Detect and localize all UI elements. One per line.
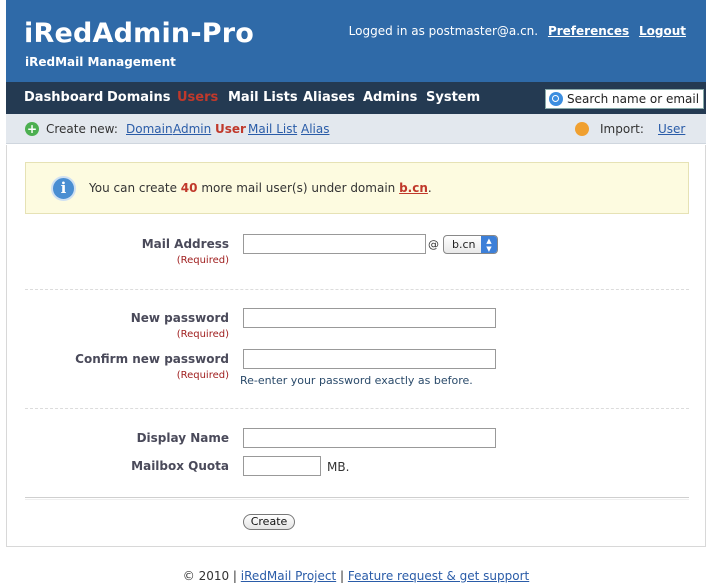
nav-admins[interactable]: Admins: [363, 90, 417, 105]
mail-address-input[interactable]: [243, 234, 426, 254]
info-message: i You can create 40 more mail user(s) un…: [25, 162, 689, 214]
logout-link[interactable]: Logout: [639, 24, 686, 38]
create-new-bar: + Create new: Domain Admin User Mail Lis…: [6, 114, 706, 144]
info-suffix: .: [427, 181, 432, 195]
add-icon: +: [25, 122, 39, 136]
create-admin-link[interactable]: Admin: [173, 122, 211, 136]
account-bar: Logged in as postmaster@a.cn. Preference…: [349, 24, 686, 38]
domain-select[interactable]: b.cn ▲ ▼: [443, 235, 498, 254]
nav-domains[interactable]: Domains: [107, 90, 171, 105]
mail-address-required: (Required): [176, 255, 229, 266]
confirm-password-hint: Re-enter your password exactly as before…: [240, 374, 473, 387]
button-bar: [25, 497, 689, 500]
nav-users[interactable]: Users: [177, 90, 218, 105]
new-password-required: (Required): [176, 329, 229, 340]
search-box[interactable]: [545, 89, 704, 109]
copyright: © 2010 |: [182, 569, 237, 583]
mailbox-quota-label: Mailbox Quota: [131, 459, 229, 473]
create-mail-list-link[interactable]: Mail List: [248, 122, 297, 136]
confirm-password-input[interactable]: [243, 349, 496, 369]
domain-select-value: b.cn: [452, 238, 476, 251]
nav-dashboard[interactable]: Dashboard: [24, 90, 103, 105]
quota-unit: MB.: [327, 460, 350, 474]
nav-aliases[interactable]: Aliases: [303, 90, 355, 105]
info-domain-link[interactable]: b.cn: [399, 181, 428, 195]
confirm-password-label: Confirm new password: [75, 352, 229, 366]
select-arrows-icon: ▲ ▼: [481, 236, 497, 253]
info-middle: more mail user(s) under domain: [201, 181, 396, 195]
nav-system[interactable]: System: [426, 90, 480, 105]
header: iRedAdmin-Pro iRedMail Management Logged…: [6, 0, 706, 82]
main-nav: Dashboard Domains Users Mail Lists Alias…: [6, 82, 706, 114]
mail-address-label: Mail Address: [141, 237, 229, 251]
create-user-link[interactable]: User: [215, 122, 246, 136]
display-name-input[interactable]: [243, 428, 496, 448]
support-link[interactable]: Feature request & get support: [348, 569, 529, 583]
import-icon: [575, 122, 589, 136]
separator: [25, 408, 689, 409]
at-sign: @: [428, 238, 439, 251]
create-new-label: Create new:: [46, 122, 118, 136]
search-icon: [549, 92, 563, 106]
footer-separator: |: [340, 569, 345, 583]
logged-in-text: Logged in as postmaster@a.cn.: [348, 24, 539, 38]
create-alias-link[interactable]: Alias: [301, 122, 329, 136]
import-user-link[interactable]: User: [658, 122, 685, 136]
import-label: Import:: [600, 122, 644, 136]
app-subtitle: iRedMail Management: [25, 55, 176, 69]
info-text: You can create 40 more mail user(s) unde…: [89, 181, 432, 195]
create-button[interactable]: Create: [243, 514, 295, 530]
content-panel: i You can create 40 more mail user(s) un…: [6, 145, 706, 547]
separator: [25, 289, 689, 290]
create-domain-link[interactable]: Domain: [126, 122, 173, 136]
nav-mail-lists[interactable]: Mail Lists: [228, 90, 298, 105]
new-password-input[interactable]: [243, 308, 496, 328]
info-prefix: You can create: [89, 181, 177, 195]
display-name-label: Display Name: [136, 431, 229, 445]
footer: © 2010 | iRedMail Project | Feature requ…: [0, 569, 712, 583]
confirm-password-required: (Required): [176, 370, 229, 381]
app-title: iRedAdmin-Pro: [24, 18, 254, 49]
iredmail-project-link[interactable]: iRedMail Project: [241, 569, 336, 583]
search-input[interactable]: [567, 92, 702, 106]
info-icon: i: [51, 176, 76, 201]
new-password-label: New password: [130, 311, 229, 325]
preferences-link[interactable]: Preferences: [548, 24, 629, 38]
mailbox-quota-input[interactable]: [243, 456, 321, 476]
info-count: 40: [180, 181, 198, 195]
